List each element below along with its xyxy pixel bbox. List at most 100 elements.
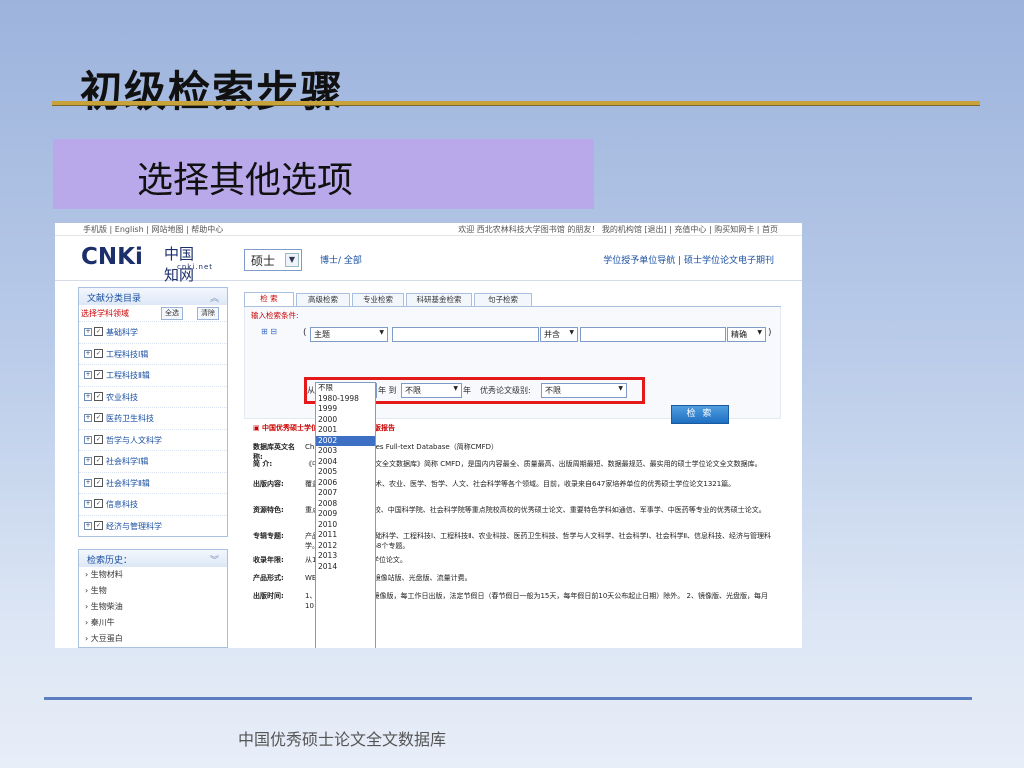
keyword-input-2[interactable] (580, 327, 726, 342)
category-item[interactable]: + ✓ 社会科学Ⅰ辑 (79, 450, 227, 472)
history-item[interactable]: › 大豆蛋白 (79, 631, 227, 647)
select-all-button[interactable]: 全选 (161, 307, 183, 320)
collapse-icon[interactable]: ︽ (210, 291, 219, 304)
history-item[interactable]: › 生物材料 (79, 567, 227, 583)
year-option[interactable]: 2013 (316, 551, 375, 562)
year-option[interactable]: 2004 (316, 457, 375, 468)
search-tabs: 检 索高级检索 专业检索 科研基金检索 句子检索 (244, 291, 781, 307)
tab-1[interactable]: 高级检索 (296, 293, 350, 306)
operator-select[interactable]: 并含 ▼ (540, 327, 578, 342)
category-item[interactable]: + ✓ 工程科技Ⅰ辑 (79, 342, 227, 365)
category-item[interactable]: + ✓ 基础科学 (79, 321, 227, 343)
cnki-logo[interactable]: CNKi 中国知网 cnki.net (81, 244, 212, 284)
clear-button[interactable]: 清除 (197, 307, 219, 320)
year-dropdown-list: 不限 1980-1998 1999 2000 2001 2002 2003 2004 2005 2… (315, 382, 376, 648)
tab-0[interactable]: 检 索 (244, 292, 294, 306)
history-label: 秦川牛 (90, 618, 115, 627)
year-option[interactable]: 2000 (316, 415, 375, 426)
field-select[interactable]: 主题 ▼ (310, 327, 388, 342)
topbar-user-links[interactable]: 欢迎 西北农林科技大学图书馆 的朋友！ 我的机构馆 [退出] | 充值中心 | … (458, 224, 778, 235)
header-nav-links[interactable]: 学位授予单位导航 | 硕士学位论文电子期刊 (603, 253, 774, 266)
info-key: 收录年限: (253, 556, 284, 564)
category-item[interactable]: + ✓ 经济与管理科学 (79, 514, 227, 537)
expand-icon[interactable]: + (84, 478, 92, 487)
expand-icon[interactable]: + (84, 457, 92, 465)
tab-3[interactable]: 科研基金检索 (406, 293, 472, 306)
category-item[interactable]: + ✓ 社会科学Ⅱ辑 (79, 471, 227, 494)
cnki-screenshot: 手机版 | English | 网站地图 | 帮助中心 欢迎 西北农林科技大学图… (55, 223, 802, 648)
category-label: 基础科学 (106, 328, 138, 337)
category-label: 信息科技 (106, 500, 138, 509)
history-item[interactable]: › 生物 (79, 583, 227, 599)
year-option[interactable]: 2006 (316, 478, 375, 489)
add-row-icon[interactable]: ⊞ ⊟ (261, 327, 277, 336)
year-option[interactable]: 2003 (316, 446, 375, 457)
year-option[interactable]: 1999 (316, 404, 375, 415)
database-select[interactable]: 硕士 ▼ (244, 249, 302, 271)
category-label: 农业科技 (106, 392, 138, 402)
year-option[interactable]: 1980-1998 (316, 394, 375, 405)
year-option[interactable]: 2002 (316, 435, 375, 446)
checkbox-checked-icon[interactable]: ✓ (94, 413, 103, 422)
category-item[interactable]: + ✓ 医药卫生科技 (79, 407, 227, 429)
expand-icon[interactable]: + (84, 435, 92, 444)
subtitle-box: 选择其他选项 (53, 139, 594, 209)
search-button[interactable]: 检 索 (671, 405, 729, 424)
tab-2[interactable]: 专业检索 (352, 293, 404, 306)
category-item[interactable]: + ✓ 信息科技 (79, 493, 227, 515)
category-item[interactable]: + ✓ 工程科技Ⅱ辑 (79, 364, 227, 386)
checkbox-checked-icon[interactable]: ✓ (94, 477, 103, 487)
sidebar: 文献分类目录 ︽ 选择学科领域 全选 清除 + ✓ 基础科学 + ✓ 工程科技Ⅰ辑 + ✓ 工程… (78, 287, 228, 648)
slide-footer: 中国优秀硕士论文全文数据库 (238, 730, 447, 749)
history-panel: 检索历史： ︾ › 生物材料 › 生物 › 生物柴油 › 秦川牛 › 大豆蛋白 (78, 549, 228, 648)
expand-icon[interactable]: + (84, 414, 92, 422)
expand-icon[interactable]: + (84, 521, 92, 530)
chevron-down-icon: ▼ (569, 329, 574, 336)
history-item[interactable]: › 生物柴油 (79, 599, 227, 615)
history-item[interactable]: › 秦川牛 (79, 615, 227, 631)
year-option[interactable]: 2001 (316, 425, 375, 436)
checkbox-checked-icon[interactable]: ✓ (94, 520, 103, 530)
info-key: 出版时间: (253, 592, 284, 600)
year-option[interactable]: 2012 (316, 541, 375, 552)
year-option[interactable]: 2010 (316, 520, 375, 531)
paren-open: ( (303, 328, 307, 338)
category-item[interactable]: + ✓ 哲学与人文科学 (79, 428, 227, 451)
category-panel: 文献分类目录 ︽ 选择学科领域 全选 清除 + ✓ 基础科学 + ✓ 工程科技Ⅰ辑 + ✓ 工程… (78, 287, 228, 537)
year-option[interactable]: 2009 (316, 509, 375, 520)
expand-icon[interactable]: + (84, 392, 92, 401)
checkbox-checked-icon[interactable]: ✓ (94, 456, 103, 465)
info-key: 资源特色: (253, 506, 284, 514)
keyword-input-1[interactable] (392, 327, 539, 342)
topbar-links[interactable]: 手机版 | English | 网站地图 | 帮助中心 (83, 224, 223, 235)
expand-icon[interactable]: ︾ (210, 553, 219, 566)
expand-icon[interactable]: + (84, 500, 92, 508)
year-option[interactable]: 2011 (316, 530, 375, 541)
year-option[interactable]: 不限 (316, 383, 375, 394)
chevron-down-icon: ▼ (285, 253, 299, 267)
category-item[interactable]: + ✓ 农业科技 (79, 385, 227, 408)
expand-icon[interactable]: + (84, 328, 92, 336)
year-option[interactable]: 2007 (316, 488, 375, 499)
database-links[interactable]: 博士/ 全部 (320, 253, 362, 266)
select-subject-bar: 选择学科领域 全选 清除 (79, 305, 227, 321)
year-option[interactable]: 2005 (316, 467, 375, 478)
match-select[interactable]: 精确 ▼ (727, 327, 766, 342)
title-divider (52, 101, 980, 105)
expand-icon[interactable]: + (84, 371, 92, 379)
expand-icon[interactable]: + (84, 349, 92, 358)
year-option[interactable]: 2008 (316, 499, 375, 510)
checkbox-checked-icon[interactable]: ✓ (94, 327, 103, 336)
year-option[interactable]: 2014 (316, 562, 375, 573)
checkbox-checked-icon[interactable]: ✓ (94, 499, 103, 508)
category-label: 哲学与人文科学 (106, 435, 162, 445)
category-panel-header[interactable]: 文献分类目录 ︽ (79, 288, 227, 305)
checkbox-checked-icon[interactable]: ✓ (94, 391, 103, 401)
checkbox-checked-icon[interactable]: ✓ (94, 348, 103, 358)
chevron-down-icon: ▼ (757, 329, 762, 336)
history-panel-header[interactable]: 检索历史： ︾ (79, 550, 227, 567)
history-label: 生物 (90, 586, 107, 595)
checkbox-checked-icon[interactable]: ✓ (94, 370, 103, 379)
tab-4[interactable]: 句子检索 (474, 293, 532, 306)
checkbox-checked-icon[interactable]: ✓ (94, 434, 103, 444)
